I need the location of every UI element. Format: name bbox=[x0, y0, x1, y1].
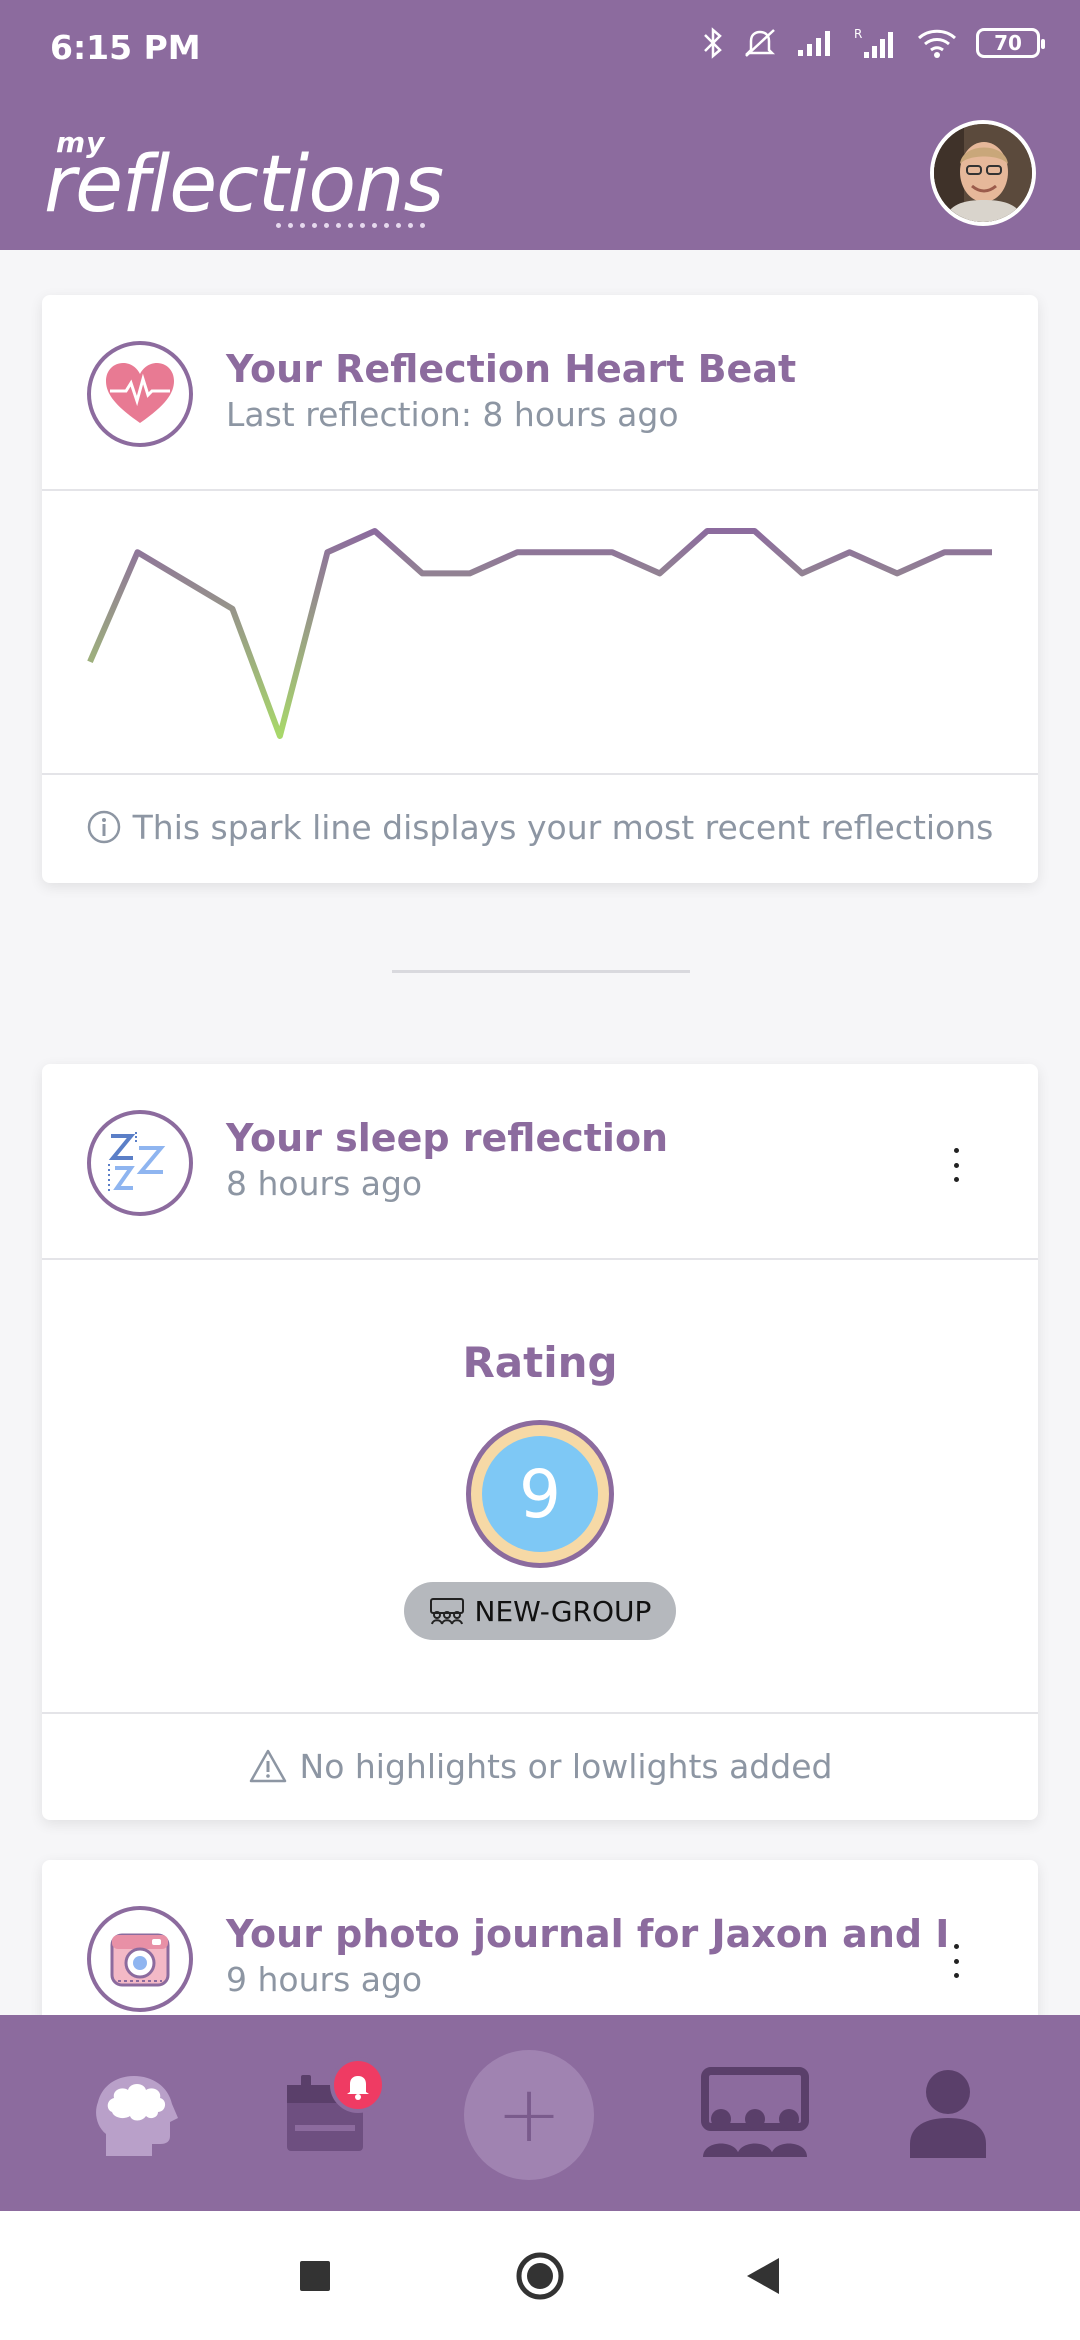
bell-icon bbox=[347, 2076, 369, 2100]
content-feed[interactable]: Your Reflection Heart Beat Last reflecti… bbox=[0, 250, 1080, 2015]
heart-icon bbox=[87, 341, 193, 447]
heartbeat-card-footer: This spark line displays your most recen… bbox=[42, 775, 1038, 879]
back-triangle-icon bbox=[747, 2258, 779, 2294]
bottom-nav: + bbox=[0, 2015, 1080, 2211]
card-subtitle: 8 hours ago bbox=[226, 1164, 423, 1203]
status-bar: 6:15 PM R 70 bbox=[0, 0, 1080, 100]
group-icon bbox=[429, 1598, 464, 1625]
app-header: my reflections bbox=[0, 100, 1080, 250]
nav-reflect[interactable] bbox=[80, 2015, 200, 2211]
bluetooth-icon bbox=[704, 27, 722, 59]
camera-icon bbox=[87, 1906, 193, 2012]
app-logo[interactable]: my reflections bbox=[44, 120, 444, 240]
sparkline-series bbox=[87, 528, 992, 739]
rating-section: Rating 9 NEW-GROUP bbox=[42, 1260, 1038, 1714]
photo-journal-card[interactable]: Your photo journal for Jaxon and I 9 hou… bbox=[42, 1860, 1038, 2015]
brain-icon bbox=[96, 2076, 178, 2156]
warning-icon bbox=[249, 1749, 286, 1783]
battery-icon: 70 bbox=[976, 28, 1045, 58]
sleep-card-footer: No highlights or lowlights added bbox=[42, 1714, 1038, 1818]
sleep-card-header: Your sleep reflection 8 hours ago bbox=[42, 1064, 1038, 1260]
card-subtitle: Last reflection: 8 hours ago bbox=[226, 395, 679, 434]
recents-button[interactable] bbox=[290, 2251, 340, 2301]
info-icon bbox=[87, 810, 120, 844]
home-button[interactable] bbox=[515, 2251, 565, 2301]
card-title: Your Reflection Heart Beat bbox=[226, 347, 797, 391]
sleep-icon bbox=[87, 1110, 193, 1216]
rating-label: Rating bbox=[462, 1338, 618, 1387]
more-options-icon[interactable] bbox=[946, 1148, 966, 1182]
circle-icon bbox=[516, 2252, 564, 2300]
logo-dots bbox=[276, 223, 425, 228]
signal-icon bbox=[798, 31, 830, 56]
sleep-reflection-card[interactable]: Your sleep reflection 8 hours ago Rating… bbox=[42, 1064, 1038, 1820]
nav-calendar[interactable] bbox=[265, 2015, 385, 2211]
sparkline-chart bbox=[42, 491, 1038, 775]
card-title: Your sleep reflection bbox=[226, 1116, 669, 1160]
logo-reflections: reflections bbox=[44, 140, 444, 230]
nav-profile[interactable] bbox=[888, 2015, 1008, 2211]
sparkline-caption: This spark line displays your most recen… bbox=[132, 807, 994, 847]
mute-icon bbox=[744, 29, 776, 57]
system-nav-bar bbox=[0, 2211, 1080, 2340]
wifi-icon bbox=[917, 29, 957, 58]
back-button[interactable] bbox=[738, 2251, 788, 2301]
avatar[interactable] bbox=[930, 120, 1036, 226]
section-divider bbox=[392, 970, 690, 973]
signal-roaming-icon: R bbox=[854, 27, 893, 58]
heartbeat-card-header: Your Reflection Heart Beat Last reflecti… bbox=[42, 295, 1038, 491]
status-time: 6:15 PM bbox=[50, 28, 201, 67]
profile-icon bbox=[910, 2070, 986, 2158]
status-icons: R 70 bbox=[702, 26, 1045, 60]
square-icon bbox=[300, 2261, 330, 2291]
photo-card-header: Your photo journal for Jaxon and I 9 hou… bbox=[42, 1860, 1038, 2015]
notification-badge[interactable] bbox=[330, 2057, 386, 2113]
group-chip-label: NEW-GROUP bbox=[474, 1594, 652, 1628]
add-button[interactable]: + bbox=[464, 2050, 594, 2180]
more-options-icon[interactable] bbox=[946, 1944, 966, 1978]
rating-badge: 9 bbox=[466, 1420, 614, 1568]
group-chip[interactable]: NEW-GROUP bbox=[404, 1582, 676, 1640]
svg-text:R: R bbox=[854, 27, 862, 41]
heartbeat-card[interactable]: Your Reflection Heart Beat Last reflecti… bbox=[42, 295, 1038, 883]
card-subtitle: 9 hours ago bbox=[226, 1960, 423, 1999]
nav-groups[interactable] bbox=[690, 2015, 820, 2211]
card-title: Your photo journal for Jaxon and I bbox=[226, 1912, 950, 1956]
group-icon bbox=[701, 2067, 809, 2157]
rating-value: 9 bbox=[482, 1436, 598, 1552]
highlights-caption: No highlights or lowlights added bbox=[299, 1746, 833, 1786]
